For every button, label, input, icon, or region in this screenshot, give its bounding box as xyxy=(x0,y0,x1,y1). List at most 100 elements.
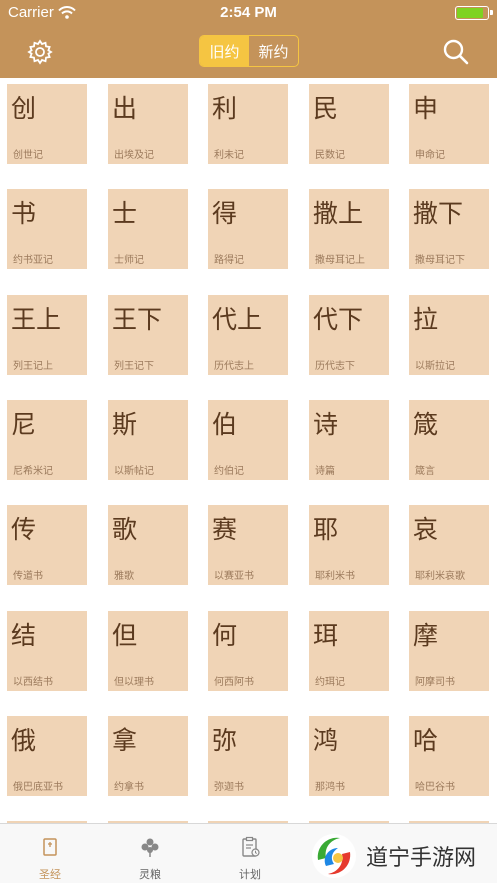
book-full-name: 申命记 xyxy=(415,150,445,161)
watermark-text: 道宁手游网 xyxy=(366,846,477,871)
book-grid: 创创世记出出埃及记利利未记民民数记申申命记书约书亚记士士师记得路得记 撒上 撒母耳记… xyxy=(0,78,497,823)
book-abbreviation: 王下 xyxy=(112,305,163,334)
book-tile[interactable]: 出出埃及记 xyxy=(108,84,188,164)
book-full-name: 弥迦书 xyxy=(214,782,244,793)
book-abbreviation: 赛 xyxy=(212,515,238,544)
book-full-name: 但以理书 xyxy=(114,677,154,688)
book-tile[interactable]: 箴箴言 xyxy=(409,400,489,480)
book-tile[interactable]: 摩阿摩司书 xyxy=(409,611,489,691)
book-tile[interactable]: 王下 列王记下 xyxy=(108,295,188,375)
book-tile[interactable]: 哈哈巴谷书 xyxy=(409,716,489,796)
book-abbreviation: 拉 xyxy=(413,305,439,334)
book-full-name: 俄巴底亚书 xyxy=(13,782,63,793)
book-full-name: 撒母耳记上 xyxy=(315,255,365,266)
book-full-name: 历代志下 xyxy=(315,361,355,372)
book-full-name: 列王记下 xyxy=(114,361,154,372)
segment-new-testament[interactable]: 新约 xyxy=(249,36,298,66)
book-abbreviation: 珥 xyxy=(313,621,339,650)
book-tile[interactable]: 弥弥迦书 xyxy=(208,716,288,796)
book-tile[interactable]: 何何西阿书 xyxy=(208,611,288,691)
book-tile[interactable]: 拉以斯拉记 xyxy=(409,295,489,375)
book-abbreviation: 王上 xyxy=(11,305,62,334)
book-tile[interactable]: 拿约拿书 xyxy=(108,716,188,796)
book-abbreviation: 结 xyxy=(11,621,37,650)
book-abbreviation: 尼 xyxy=(11,410,37,439)
book-abbreviation: 利 xyxy=(212,94,238,123)
book-abbreviation: 俄 xyxy=(11,726,37,755)
book-tile[interactable]: 传传道书 xyxy=(7,505,87,585)
segment-old-testament[interactable]: 旧约 xyxy=(200,36,249,66)
tab-bible[interactable]: 圣经 xyxy=(0,824,100,883)
segment-old-label: 旧约 xyxy=(209,42,240,61)
book-abbreviation: 士 xyxy=(112,199,138,228)
book-abbreviation: 箴 xyxy=(413,410,439,439)
book-tile[interactable]: 诗诗篇 xyxy=(309,400,389,480)
book-icon xyxy=(43,838,57,856)
book-full-name: 雅歌 xyxy=(114,571,134,582)
book-tile[interactable]: 鸿那鸿书 xyxy=(309,716,389,796)
book-full-name: 约珥记 xyxy=(315,677,345,688)
book-abbreviation: 诗 xyxy=(313,410,339,439)
book-tile[interactable]: 但但以理书 xyxy=(108,611,188,691)
book-tile[interactable]: 代上 历代志上 xyxy=(208,295,288,375)
nav-bar: 旧约 新约 xyxy=(0,26,497,78)
book-abbreviation: 代下 xyxy=(313,305,364,334)
book-abbreviation: 出 xyxy=(112,94,138,123)
book-full-name: 耶利米哀歌 xyxy=(415,571,465,582)
book-abbreviation: 歌 xyxy=(112,515,138,544)
book-full-name: 箴言 xyxy=(415,466,435,477)
book-tile[interactable]: 珥约珥记 xyxy=(309,611,389,691)
book-tile[interactable]: 民民数记 xyxy=(309,84,389,164)
battery-level xyxy=(457,8,483,18)
book-full-name: 何西阿书 xyxy=(214,677,254,688)
book-tile[interactable]: 撒下 撒母耳记下 xyxy=(409,189,489,269)
book-tile[interactable]: 耶耶利米书 xyxy=(309,505,389,585)
book-full-name: 出埃及记 xyxy=(114,150,154,161)
book-abbreviation: 但 xyxy=(112,621,138,650)
book-full-name: 以赛亚书 xyxy=(214,571,254,582)
gear-icon[interactable] xyxy=(27,39,53,65)
book-abbreviation: 伯 xyxy=(212,410,238,439)
book-full-name: 诗篇 xyxy=(315,466,335,477)
book-tile[interactable]: 撒上 撒母耳记上 xyxy=(309,189,389,269)
battery-icon xyxy=(455,6,493,20)
book-full-name: 传道书 xyxy=(13,571,43,582)
segment-new-label: 新约 xyxy=(258,42,289,61)
book-abbreviation: 代上 xyxy=(212,305,263,334)
search-icon[interactable] xyxy=(442,38,470,66)
tab-devotional[interactable]: 灵粮 xyxy=(100,824,200,883)
book-tile[interactable]: 代下 历代志下 xyxy=(309,295,389,375)
book-tile[interactable]: 歌雅歌 xyxy=(108,505,188,585)
book-tile[interactable]: 士士师记 xyxy=(108,189,188,269)
tab-devotional-label: 灵粮 xyxy=(139,868,161,881)
book-abbreviation: 撒下 xyxy=(413,199,464,228)
status-time: 2:54 PM xyxy=(220,4,277,21)
book-abbreviation: 撒上 xyxy=(313,199,364,228)
book-tile[interactable]: 俄俄巴底亚书 xyxy=(7,716,87,796)
book-tile[interactable]: 王上 列王记上 xyxy=(7,295,87,375)
book-tile[interactable]: 尼尼希米记 xyxy=(7,400,87,480)
book-tile[interactable]: 结以西结书 xyxy=(7,611,87,691)
book-tile[interactable]: 赛以赛亚书 xyxy=(208,505,288,585)
book-tile[interactable]: 伯约伯记 xyxy=(208,400,288,480)
book-abbreviation: 得 xyxy=(212,199,238,228)
status-bar: Carrier 2:54 PM xyxy=(0,0,497,26)
book-tile[interactable]: 得路得记 xyxy=(208,189,288,269)
book-abbreviation: 哈 xyxy=(413,726,439,755)
book-tile[interactable]: 创创世记 xyxy=(7,84,87,164)
book-tile[interactable]: 申申命记 xyxy=(409,84,489,164)
book-full-name: 耶利米书 xyxy=(315,571,355,582)
book-abbreviation: 耶 xyxy=(313,515,339,544)
book-tile[interactable]: 书约书亚记 xyxy=(7,189,87,269)
book-full-name: 民数记 xyxy=(315,150,345,161)
book-tile[interactable]: 哀耶利米哀歌 xyxy=(409,505,489,585)
testament-segmented-control: 旧约 新约 xyxy=(199,35,299,67)
book-tile[interactable]: 斯以斯帖记 xyxy=(108,400,188,480)
tab-plan[interactable]: 计划 xyxy=(200,824,300,883)
book-abbreviation: 哀 xyxy=(413,515,439,544)
book-abbreviation: 何 xyxy=(212,621,238,650)
book-full-name: 阿摩司书 xyxy=(415,677,455,688)
book-tile[interactable]: 利利未记 xyxy=(208,84,288,164)
book-full-name: 哈巴谷书 xyxy=(415,782,455,793)
watermark: 道宁手游网 xyxy=(308,829,497,883)
